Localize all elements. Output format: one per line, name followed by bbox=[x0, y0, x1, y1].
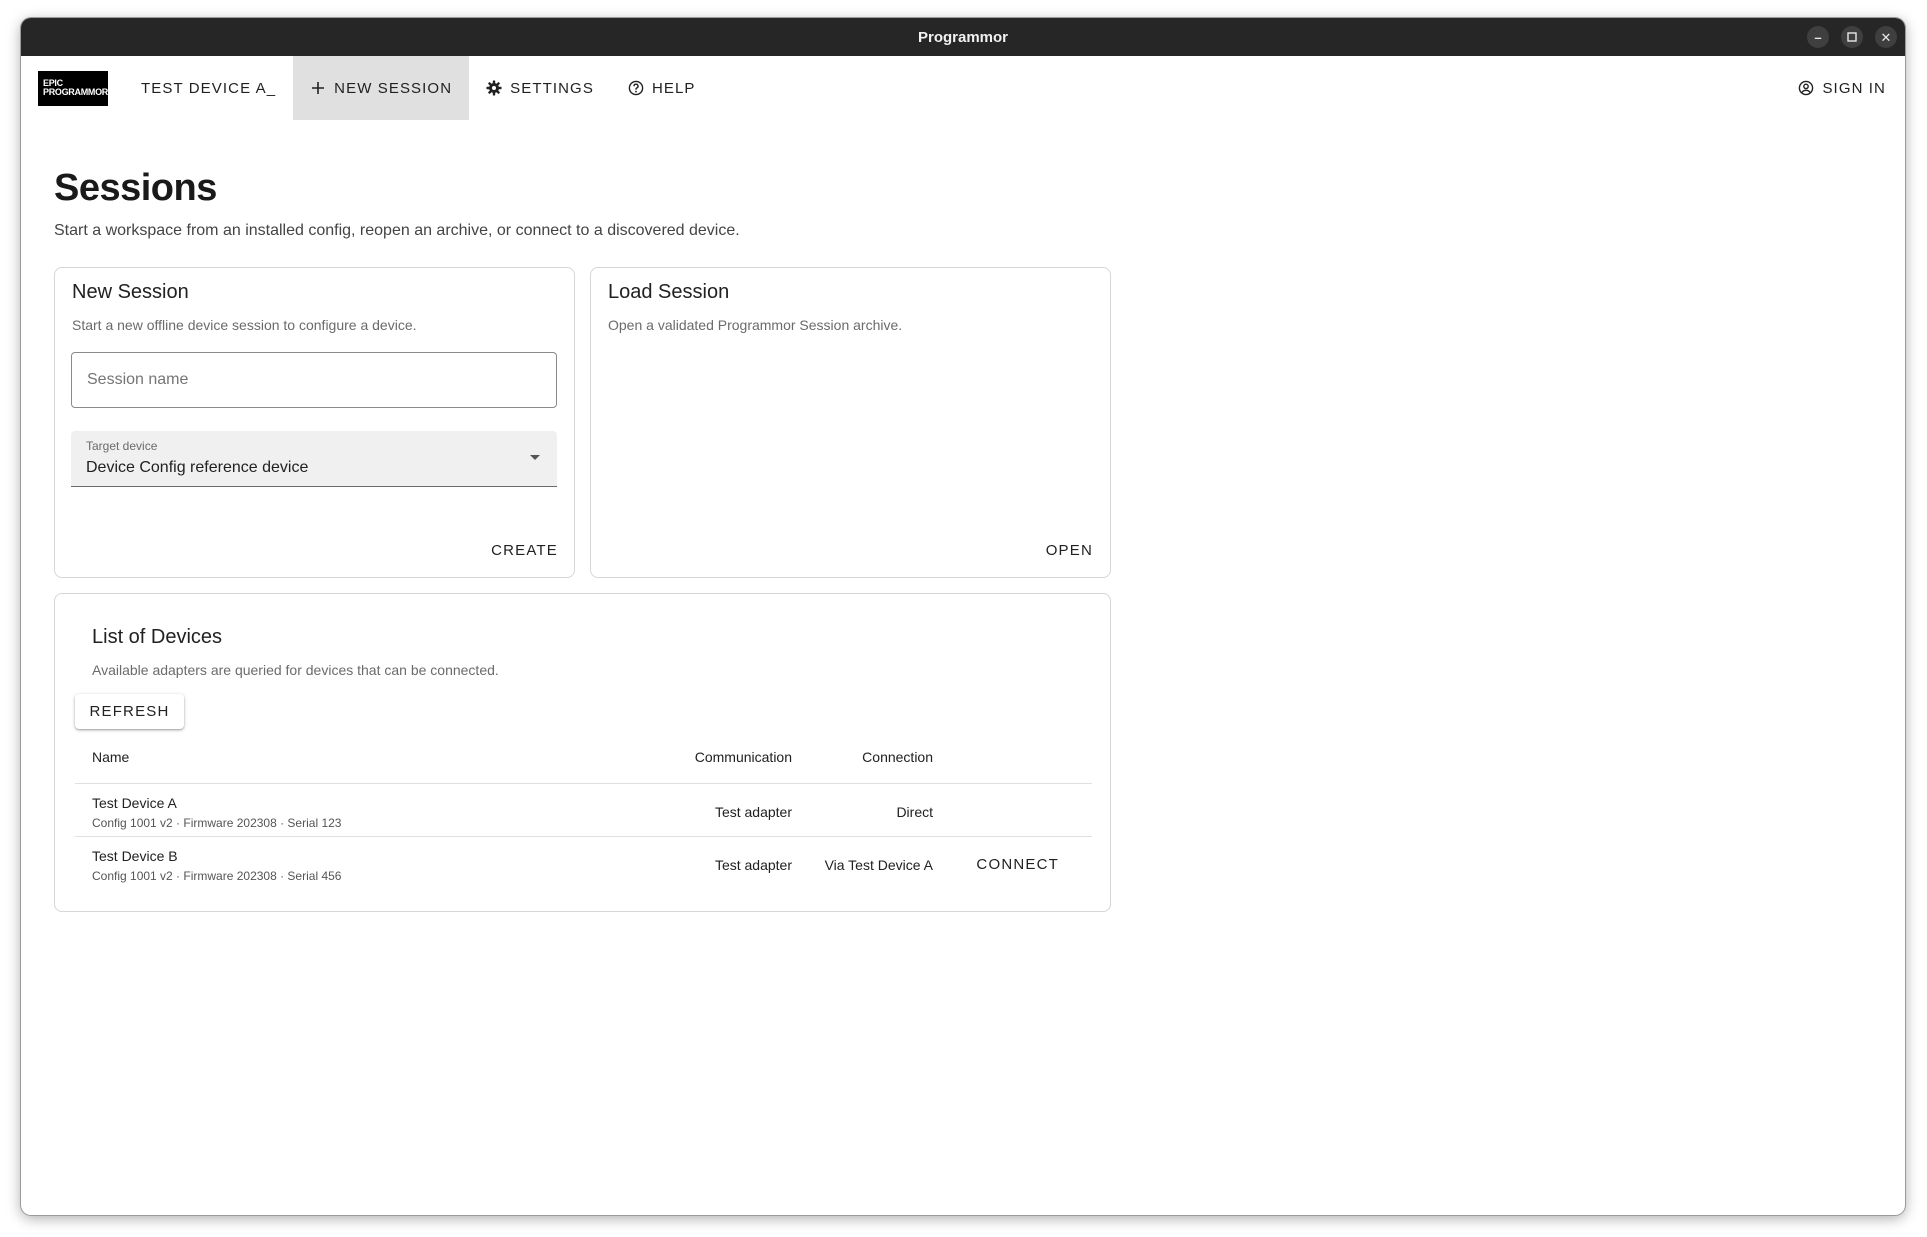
app-window: Programmor – ✕ EPIC PROGRAMMOR TEST DEVI… bbox=[21, 18, 1905, 1215]
app-toolbar: EPIC PROGRAMMOR TEST DEVICE A_ NEW SESSI… bbox=[21, 56, 1905, 120]
table-divider bbox=[75, 836, 1092, 837]
target-device-value: Device Config reference device bbox=[86, 459, 309, 476]
new-session-card: New Session Start a new offline device s… bbox=[54, 267, 575, 578]
new-session-title: New Session bbox=[72, 281, 189, 303]
open-button[interactable]: OPEN bbox=[1046, 542, 1093, 559]
logo-line-2: PROGRAMMOR bbox=[43, 87, 108, 97]
maximize-icon[interactable] bbox=[1841, 26, 1863, 48]
target-device-label: Target device bbox=[86, 439, 158, 453]
help-circle-icon bbox=[628, 80, 644, 96]
device-meta: Config 1001 v2 · Firmware 202308 · Seria… bbox=[92, 816, 342, 830]
account-circle-icon bbox=[1798, 80, 1814, 96]
device-communication: Test adapter bbox=[714, 804, 792, 820]
connect-button[interactable]: CONNECT bbox=[976, 856, 1059, 873]
settings-label: SETTINGS bbox=[510, 79, 594, 97]
device-selector-button[interactable]: TEST DEVICE A_ bbox=[124, 56, 293, 120]
device-communication: Test adapter bbox=[714, 857, 792, 873]
devices-title: List of Devices bbox=[92, 626, 223, 648]
new-session-button[interactable]: NEW SESSION bbox=[293, 56, 470, 120]
help-button[interactable]: HELP bbox=[611, 56, 713, 120]
refresh-button[interactable]: REFRESH bbox=[75, 694, 184, 729]
devices-description: Available adapters are queried for devic… bbox=[92, 662, 499, 678]
settings-button[interactable]: SETTINGS bbox=[469, 56, 611, 120]
load-session-title: Load Session bbox=[608, 281, 730, 303]
app-logo: EPIC PROGRAMMOR bbox=[38, 70, 108, 106]
session-name-input[interactable]: Session name bbox=[71, 352, 557, 408]
device-meta: Config 1001 v2 · Firmware 202308 · Seria… bbox=[92, 869, 342, 883]
create-button[interactable]: CREATE bbox=[491, 542, 558, 559]
session-name-placeholder: Session name bbox=[87, 371, 189, 388]
window-controls: – ✕ bbox=[1807, 26, 1897, 48]
column-header-name: Name bbox=[92, 749, 130, 765]
load-session-card: Load Session Open a validated Programmor… bbox=[590, 267, 1111, 578]
new-session-description: Start a new offline device session to co… bbox=[72, 317, 417, 333]
page-title: Sessions bbox=[54, 167, 217, 209]
target-device-select[interactable]: Target device Device Config reference de… bbox=[71, 431, 557, 487]
plus-icon bbox=[310, 80, 326, 96]
device-connection: Direct bbox=[896, 804, 933, 820]
column-header-connection: Connection bbox=[862, 749, 933, 765]
column-header-communication: Communication bbox=[694, 749, 792, 765]
caret-down-icon bbox=[530, 455, 540, 460]
new-session-label: NEW SESSION bbox=[334, 79, 453, 97]
minimize-icon[interactable]: – bbox=[1807, 26, 1829, 48]
sign-in-button[interactable]: SIGN IN bbox=[1781, 56, 1903, 120]
device-connection: Via Test Device A bbox=[824, 857, 933, 873]
page-subtitle: Start a workspace from an installed conf… bbox=[54, 222, 740, 239]
title-bar: Programmor – ✕ bbox=[21, 18, 1905, 56]
load-session-description: Open a validated Programmor Session arch… bbox=[608, 317, 903, 333]
sign-in-label: SIGN IN bbox=[1822, 79, 1886, 97]
devices-card: List of Devices Available adapters are q… bbox=[54, 593, 1111, 912]
device-label: TEST DEVICE A_ bbox=[141, 79, 277, 97]
help-label: HELP bbox=[651, 79, 696, 97]
close-icon[interactable]: ✕ bbox=[1875, 26, 1897, 48]
table-divider bbox=[75, 783, 1092, 784]
window-title: Programmor bbox=[917, 28, 1009, 46]
device-name: Test Device A bbox=[92, 795, 177, 811]
device-name: Test Device B bbox=[92, 848, 178, 864]
gear-icon bbox=[486, 80, 502, 96]
refresh-label: REFRESH bbox=[89, 703, 170, 720]
